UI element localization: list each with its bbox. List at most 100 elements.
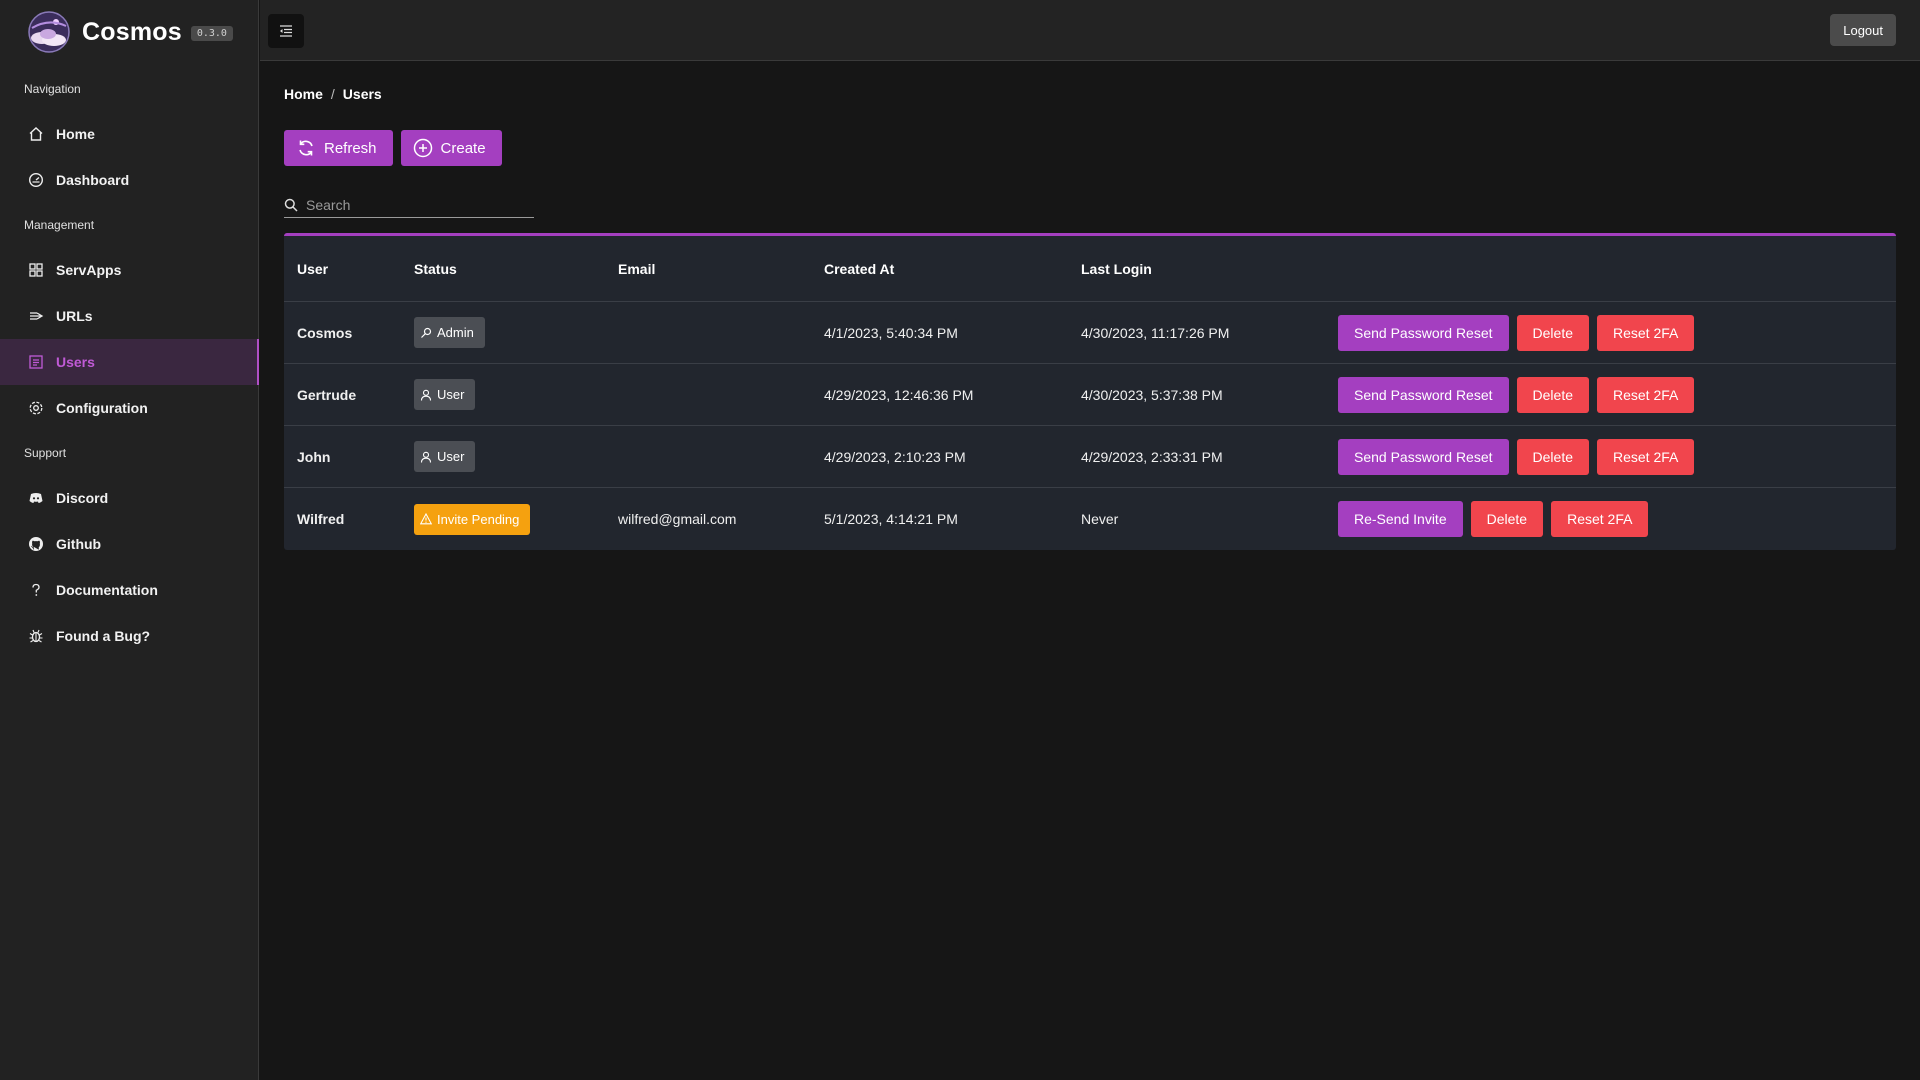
table-row: Wilfred Invite Pending wilfred@gmail.com…	[284, 488, 1896, 550]
bug-icon	[28, 628, 44, 644]
created-at: 4/29/2023, 2:10:23 PM	[824, 448, 966, 465]
status-label: User	[437, 387, 465, 402]
search-icon	[284, 198, 298, 212]
version-badge: 0.3.0	[190, 26, 233, 41]
sidebar-item-urls[interactable]: URLs	[0, 293, 259, 339]
last-login: 4/30/2023, 11:17:26 PM	[1081, 324, 1230, 341]
gear-icon	[28, 400, 44, 416]
column-header-created-at[interactable]: Created At	[824, 261, 1081, 277]
sidebar-item-configuration[interactable]: Configuration	[0, 385, 259, 431]
breadcrumb-home[interactable]: Home	[284, 86, 323, 102]
nav-section-navigation: Navigation	[24, 82, 81, 96]
github-icon	[28, 536, 44, 552]
last-login: 4/29/2023, 2:33:31 PM	[1081, 448, 1223, 465]
sidebar-item-label: ServApps	[56, 262, 122, 278]
refresh-icon	[296, 138, 316, 158]
sidebar-item-label: Configuration	[56, 400, 148, 416]
toolbar: Refresh Create	[284, 130, 502, 166]
sidebar-item-label: Users	[56, 354, 95, 370]
sidebar-item-label: Documentation	[56, 582, 158, 598]
status-cell: User	[414, 379, 618, 410]
delete-button[interactable]: Delete	[1516, 438, 1589, 475]
sidebar-item-home[interactable]: Home	[0, 111, 259, 157]
status-cell: Invite Pending	[414, 503, 618, 535]
search-box	[284, 192, 534, 218]
row-actions: Send Password Reset Delete Reset 2FA	[1338, 314, 1896, 351]
reset-2fa-button[interactable]: Reset 2FA	[1597, 314, 1695, 351]
sidebar-item-discord[interactable]: Discord	[0, 475, 259, 521]
user-name: Wilfred	[297, 511, 345, 527]
table-header-row: User Status Email Created At Last Login	[284, 236, 1896, 302]
search-input[interactable]	[306, 196, 526, 213]
create-button[interactable]: Create	[400, 130, 502, 166]
reset-2fa-button[interactable]: Reset 2FA	[1551, 501, 1649, 537]
send-password-reset-button[interactable]: Send Password Reset	[1338, 314, 1509, 351]
user-name: Cosmos	[297, 324, 353, 341]
sidebar-item-dashboard[interactable]: Dashboard	[0, 157, 259, 203]
sidebar-item-label: Dashboard	[56, 172, 130, 188]
column-header-email[interactable]: Email	[618, 261, 824, 277]
cosmos-logo-icon	[28, 11, 70, 53]
sidebar-item-label: Github	[56, 536, 102, 552]
created-at: 4/29/2023, 12:46:36 PM	[824, 386, 974, 403]
row-actions: Send Password Reset Delete Reset 2FA	[1338, 376, 1896, 413]
sidebar: Cosmos 0.3.0 Navigation Home Dashboard M…	[0, 0, 259, 1080]
table-row: John User 4/29/2023, 2:10:23 PM 4/29/202…	[284, 426, 1896, 488]
nav-section-support: Support	[24, 446, 67, 460]
column-header-status[interactable]: Status	[414, 261, 618, 277]
delete-button[interactable]: Delete	[1470, 501, 1544, 537]
status-badge: User	[414, 379, 476, 410]
sidebar-item-users[interactable]: Users	[0, 339, 259, 385]
user-email: wilfred@gmail.com	[618, 511, 737, 527]
breadcrumb-current: Users	[342, 86, 382, 102]
sidebar-item-label: Found a Bug?	[56, 628, 151, 644]
menu-toggle-button[interactable]	[268, 14, 304, 48]
last-login: 4/30/2023, 5:37:38 PM	[1081, 386, 1223, 403]
delete-button[interactable]: Delete	[1516, 376, 1589, 413]
send-password-reset-button[interactable]: Send Password Reset	[1338, 376, 1509, 413]
user-icon	[420, 389, 432, 401]
status-cell: Admin	[414, 317, 618, 348]
logout-button[interactable]: Logout	[1830, 14, 1896, 46]
last-login: Never	[1081, 511, 1119, 527]
sidebar-item-github[interactable]: Github	[0, 521, 259, 567]
warning-icon	[420, 513, 432, 525]
sidebar-item-label: Discord	[56, 490, 109, 506]
top-header: Logout	[260, 0, 1920, 61]
table-row: Cosmos Admin 4/1/2023, 5:40:34 PM 4/30/2…	[284, 302, 1896, 364]
nav-section-management: Management	[24, 218, 95, 232]
menu-fold-icon	[280, 25, 292, 37]
breadcrumb: Home / Users	[284, 86, 382, 102]
status-cell: User	[414, 441, 618, 472]
user-icon	[420, 451, 432, 463]
status-label: User	[437, 449, 465, 464]
resend-invite-button[interactable]: Re-Send Invite	[1338, 501, 1463, 537]
plus-circle-icon	[413, 138, 433, 158]
question-icon	[28, 582, 44, 598]
status-label: Invite Pending	[437, 511, 520, 527]
sidebar-item-servapps[interactable]: ServApps	[0, 247, 259, 293]
user-name: Gertrude	[297, 386, 357, 403]
reset-2fa-button[interactable]: Reset 2FA	[1597, 438, 1695, 475]
urls-icon	[28, 308, 44, 324]
delete-button[interactable]: Delete	[1516, 314, 1589, 351]
column-header-user[interactable]: User	[284, 261, 414, 277]
key-icon	[420, 327, 432, 339]
dashboard-icon	[28, 172, 44, 188]
app-name: Cosmos	[82, 17, 182, 46]
create-label: Create	[440, 139, 486, 157]
reset-2fa-button[interactable]: Reset 2FA	[1597, 376, 1695, 413]
column-header-last-login[interactable]: Last Login	[1081, 261, 1338, 277]
send-password-reset-button[interactable]: Send Password Reset	[1338, 438, 1509, 475]
status-badge: User	[414, 441, 476, 472]
sidebar-item-documentation[interactable]: Documentation	[0, 567, 259, 613]
users-table: User Status Email Created At Last Login …	[284, 233, 1896, 550]
row-actions: Re-Send Invite Delete Reset 2FA	[1338, 501, 1896, 537]
created-at: 5/1/2023, 4:14:21 PM	[824, 511, 958, 527]
refresh-button[interactable]: Refresh	[284, 130, 393, 166]
created-at: 4/1/2023, 5:40:34 PM	[824, 324, 958, 341]
sidebar-item-label: URLs	[56, 308, 93, 324]
brand[interactable]: Cosmos 0.3.0	[26, 10, 233, 54]
sidebar-item-found-a-bug[interactable]: Found a Bug?	[0, 613, 259, 659]
status-badge: Invite Pending	[414, 503, 531, 535]
